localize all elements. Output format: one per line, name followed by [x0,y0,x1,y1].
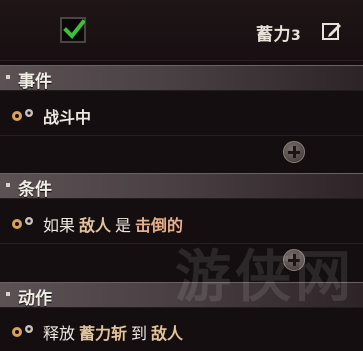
condition-text: 如果 敌人是击倒的 [43,212,187,236]
event-value: 战斗中 [43,108,92,127]
event-text: 战斗中 [43,104,91,128]
add-condition-button[interactable] [283,249,305,271]
action-text: 释放 蓄力斩到敌人 [43,320,187,344]
gambit-header: 蓄力3 [0,0,363,61]
gambit-title: 蓄力3 [256,20,301,45]
event-section-title: 事件 [18,72,52,92]
action-section-header: 动作 [0,282,363,309]
condition-section-title: 条件 [18,180,52,200]
action-prefix: 释放 [43,324,76,343]
divider [0,243,363,244]
add-event-button[interactable] [283,141,305,163]
condition-state[interactable]: 击倒的 [135,216,183,235]
check-icon [63,19,85,40]
gears-icon [12,325,33,337]
edit-icon[interactable] [321,20,343,42]
gears-icon [12,217,33,229]
gambit-number: 3 [291,28,302,44]
action-target[interactable]: 敌人 [151,324,183,343]
action-section-title: 动作 [18,289,52,309]
enable-checkbox[interactable] [60,17,86,43]
condition-target[interactable]: 敌人 [79,216,111,235]
gears-icon [12,109,33,121]
event-section-header: 事件 [0,65,363,92]
condition-row[interactable]: 如果 敌人是击倒的 [0,207,363,239]
action-skill[interactable]: 蓄力斩 [79,324,127,343]
action-row[interactable]: 释放 蓄力斩到敌人 [0,315,363,347]
bullet-icon [6,75,10,79]
gambit-name: 蓄力 [256,25,291,45]
bullet-icon [6,292,10,296]
action-verb: 到 [131,324,148,343]
condition-prefix: 如果 [43,216,76,235]
divider [0,135,363,136]
bullet-icon [6,183,10,187]
condition-verb: 是 [115,216,132,235]
condition-section-header: 条件 [0,173,363,200]
event-row[interactable]: 战斗中 [0,99,363,131]
